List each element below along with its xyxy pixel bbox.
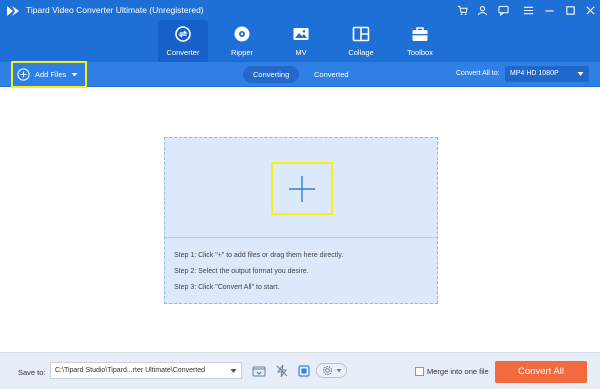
hardware-accel-off-button[interactable] xyxy=(273,362,290,379)
file-drop-zone[interactable]: Step 1: Click "+" to add files or drag t… xyxy=(164,137,438,304)
save-to-label: Save to: xyxy=(18,368,46,377)
gear-icon xyxy=(322,365,332,376)
tab-toolbox-label: Toolbox xyxy=(407,48,433,57)
plus-icon xyxy=(289,175,315,202)
add-files-label: Add Files xyxy=(35,70,67,79)
tab-toolbox[interactable]: Toolbox xyxy=(395,20,445,62)
gpu-icon xyxy=(297,364,310,377)
tab-collage-label: Collage xyxy=(348,48,374,57)
tab-converted[interactable]: Converted xyxy=(304,66,359,83)
add-circle-icon xyxy=(17,68,30,81)
mv-icon xyxy=(291,24,311,44)
title-bar: Tipard Video Converter Ultimate (Unregis… xyxy=(0,0,600,62)
app-title: Tipard Video Converter Ultimate (Unregis… xyxy=(26,5,204,15)
gpu-accel-button[interactable] xyxy=(295,362,312,379)
add-files-button[interactable]: Add Files xyxy=(11,61,87,88)
lightning-off-icon xyxy=(276,364,287,377)
merge-checkbox[interactable] xyxy=(415,367,424,376)
save-path-field[interactable]: C:\Tipard Studio\Tipard...rter Ultimate\… xyxy=(50,362,242,379)
app-logo-icon xyxy=(7,6,19,16)
step-1-text: Step 1: Click "+" to add files or drag t… xyxy=(174,252,344,259)
chevron-down-icon[interactable] xyxy=(71,71,78,78)
menu-icon[interactable] xyxy=(521,3,535,17)
drop-area[interactable] xyxy=(165,138,437,238)
toolbox-icon xyxy=(410,24,430,44)
maximize-icon[interactable] xyxy=(563,3,577,17)
user-icon[interactable] xyxy=(475,3,489,17)
output-format-select[interactable]: MP4 HD 1080P xyxy=(505,66,589,82)
output-format-value: MP4 HD 1080P xyxy=(510,70,559,77)
tab-converting[interactable]: Converting xyxy=(243,66,300,83)
tab-ripper[interactable]: Ripper xyxy=(217,20,267,62)
tab-converter[interactable]: Converter xyxy=(158,20,208,62)
cart-icon[interactable] xyxy=(455,3,469,17)
merge-label: Merge into one file xyxy=(427,367,489,376)
close-icon[interactable] xyxy=(583,3,597,17)
converter-icon xyxy=(173,24,193,44)
collage-icon xyxy=(351,24,371,44)
chat-icon[interactable] xyxy=(496,3,510,17)
tab-mv[interactable]: MV xyxy=(276,20,326,62)
tab-converter-label: Converter xyxy=(166,48,200,57)
tab-collage[interactable]: Collage xyxy=(336,20,386,62)
convert-all-to-label: Convert All to: xyxy=(456,70,500,77)
chevron-down-icon[interactable] xyxy=(230,368,237,374)
chevron-down-icon xyxy=(336,369,341,373)
folder-icon xyxy=(252,366,265,376)
chevron-down-icon xyxy=(577,72,584,76)
convert-all-button[interactable]: Convert All xyxy=(495,361,587,383)
ripper-icon xyxy=(232,24,252,44)
tab-ripper-label: Ripper xyxy=(230,48,254,57)
tab-mv-label: MV xyxy=(295,48,307,57)
add-file-plus-button[interactable] xyxy=(271,162,333,215)
minimize-icon[interactable] xyxy=(542,3,556,17)
step-3-text: Step 3: Click "Convert All" to start. xyxy=(174,284,280,291)
save-path-value: C:\Tipard Studio\Tipard...rter Ultimate\… xyxy=(55,367,206,374)
open-folder-button[interactable] xyxy=(250,362,267,379)
settings-button[interactable] xyxy=(316,363,347,378)
step-2-text: Step 2: Select the output format you des… xyxy=(174,268,309,275)
